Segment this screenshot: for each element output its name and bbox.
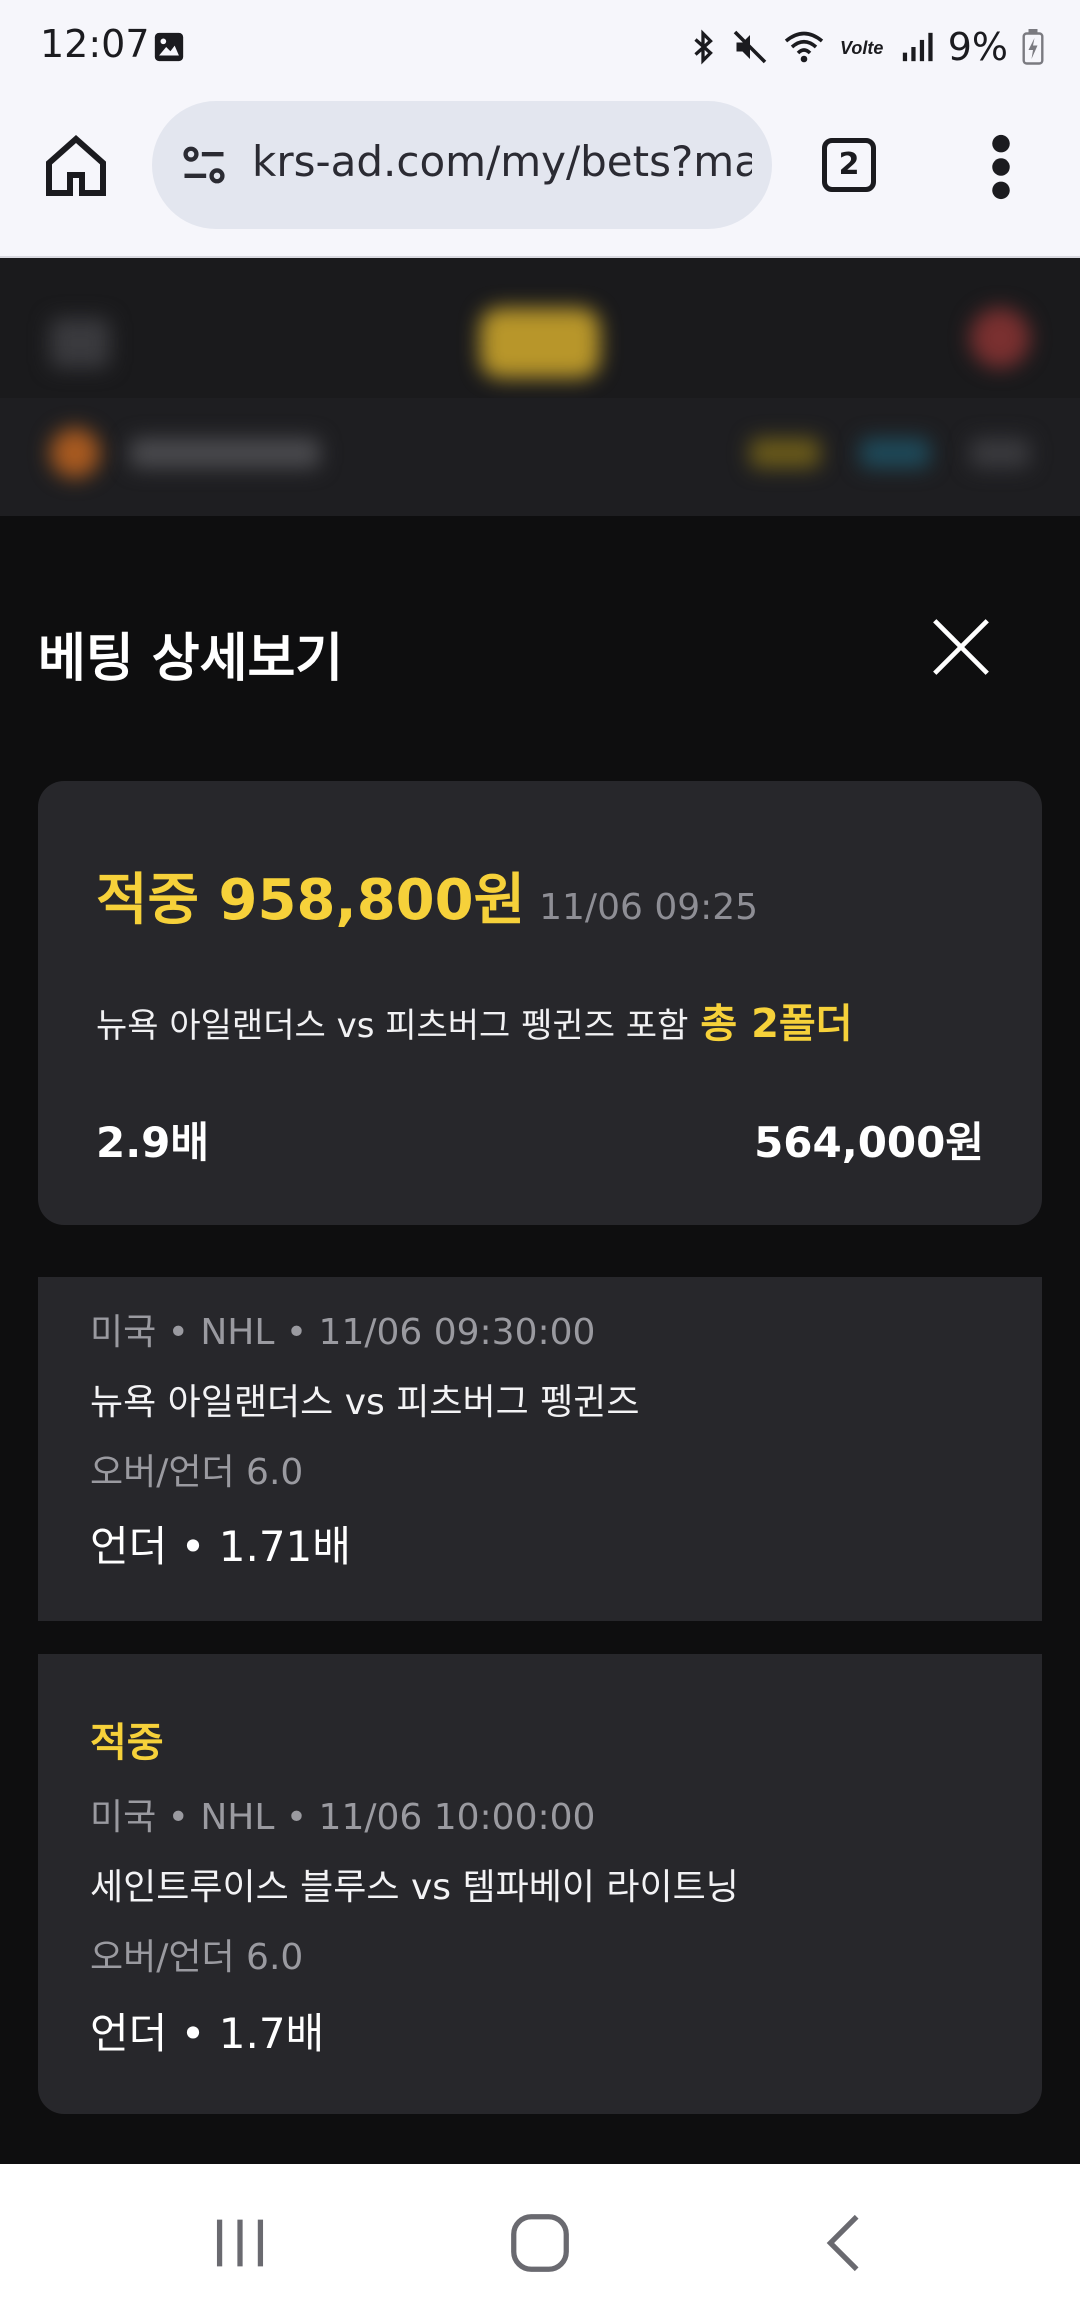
svg-text:Volte: Volte — [840, 38, 883, 58]
folder-count: 총 2폴더 — [700, 1001, 853, 1047]
back-icon[interactable] — [810, 2208, 880, 2278]
status-icons: Volte 9% — [688, 22, 1044, 72]
more-options-icon[interactable] — [986, 132, 1016, 202]
leg-teams: 뉴욕 아일랜더스 vs 피츠버그 펭귄즈 — [90, 1382, 640, 1423]
win-line: 적중 958,800원 11/06 09:25 — [96, 855, 758, 936]
stake-amount: 564,000원 — [754, 1118, 984, 1167]
wifi-icon — [784, 31, 823, 63]
bluetooth-icon — [694, 29, 713, 65]
site-settings-icon[interactable] — [178, 139, 230, 191]
url-text[interactable]: krs-ad.com/my/bets?ma — [252, 137, 752, 193]
leg-meta: 미국 • NHL • 11/06 09:30:00 — [90, 1312, 596, 1353]
volte-icon: Volte — [840, 38, 883, 58]
leg-pick: 언더 • 1.7배 — [90, 2009, 325, 2058]
site-logo-blurred — [480, 308, 600, 378]
battery-charging-icon — [1022, 29, 1044, 65]
sheet-title: 베팅 상세보기 — [38, 629, 344, 689]
close-icon[interactable] — [926, 612, 996, 682]
mute-icon — [733, 30, 766, 64]
site-subheader-blurred — [0, 398, 1080, 516]
bet-timestamp: 11/06 09:25 — [539, 887, 759, 928]
bet-summary-card: 적중 958,800원 11/06 09:25 뉴욕 아일랜더스 vs 피츠버그… — [38, 781, 1042, 1225]
menu-icon-blurred — [50, 318, 110, 368]
leg-market: 오버/언더 6.0 — [90, 1452, 304, 1493]
site-header-blurred — [0, 258, 1080, 516]
image-icon — [154, 32, 184, 62]
signal-icon — [902, 32, 933, 62]
address-bar[interactable]: krs-ad.com/my/bets?ma — [152, 101, 772, 229]
leg-teams: 세인트루이스 블루스 vs 템파베이 라이트닝 — [90, 1867, 739, 1908]
bet-leg-card: 미국 • NHL • 11/06 09:30:00 뉴욕 아일랜더스 vs 피츠… — [38, 1277, 1042, 1621]
home-nav-icon[interactable] — [505, 2208, 575, 2278]
tab-switcher-button[interactable]: 2 — [822, 138, 876, 192]
bet-detail-sheet: 베팅 상세보기 적중 958,800원 11/06 09:25 뉴욕 아일랜더스… — [0, 516, 1080, 2164]
system-nav-bar — [0, 2164, 1080, 2316]
status-time: 12:07 — [40, 22, 150, 66]
home-icon[interactable] — [40, 130, 112, 202]
leg-status: 적중 — [90, 1720, 164, 1766]
included-match: 뉴욕 아일랜더스 vs 피츠버그 펭귄즈 포함 — [96, 1006, 689, 1046]
leg-meta: 미국 • NHL • 11/06 10:00:00 — [90, 1797, 596, 1838]
leg-pick: 언더 • 1.71배 — [90, 1522, 351, 1571]
status-bar: 12:07 Volte 9% — [0, 0, 1080, 96]
leg-market: 오버/언더 6.0 — [90, 1937, 304, 1978]
total-odds: 2.9배 — [96, 1118, 210, 1167]
notification-icon-blurred — [970, 308, 1030, 368]
win-amount: 적중 958,800원 — [96, 868, 526, 933]
browser-toolbar: krs-ad.com/my/bets?ma 2 — [0, 96, 1080, 258]
bet-leg-card: 적중 미국 • NHL • 11/06 10:00:00 세인트루이스 블루스 … — [38, 1654, 1042, 2114]
battery-percent: 9% — [947, 25, 1008, 69]
match-summary: 뉴욕 아일랜더스 vs 피츠버그 펭귄즈 포함 총 2폴더 — [96, 991, 853, 1049]
recent-apps-icon[interactable] — [205, 2208, 275, 2278]
